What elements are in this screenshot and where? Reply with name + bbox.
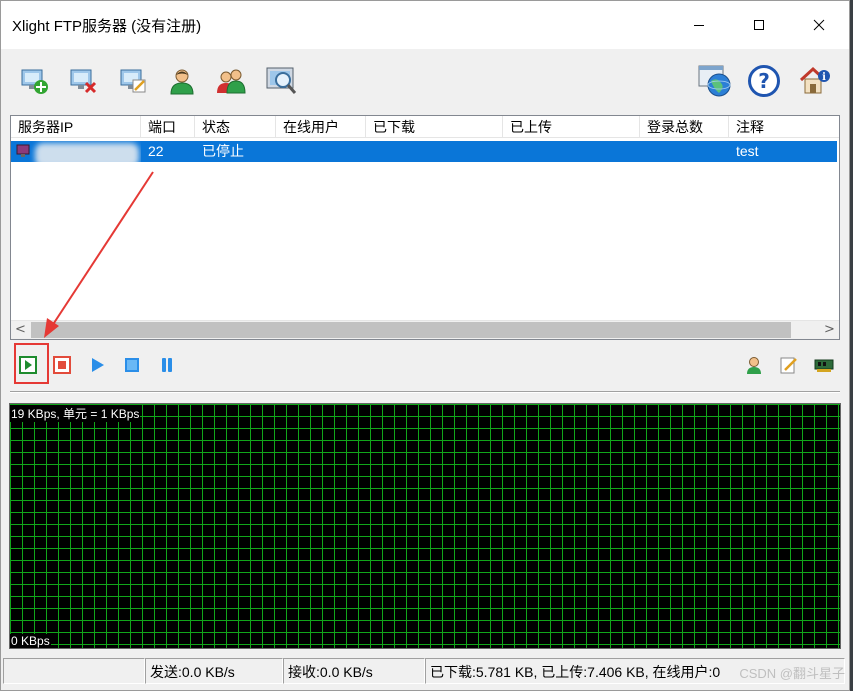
column-online-users[interactable]: 在线用户	[276, 116, 366, 138]
status-bar: 发送:0.0 KB/s 接收:0.0 KB/s 已下载:5.781 KB, 已上…	[1, 656, 849, 686]
users-button[interactable]	[213, 63, 249, 99]
status-empty	[3, 658, 145, 684]
edit-server-icon	[120, 69, 146, 93]
column-downloaded[interactable]: 已下载	[366, 116, 503, 138]
window-controls	[669, 1, 849, 49]
table-row[interactable]: 22 已停止 test	[11, 141, 837, 162]
graph-scale-label: 19 KBps, 单元 = 1 KBps	[10, 405, 141, 422]
redacted-ip	[35, 143, 139, 162]
add-server-button[interactable]	[16, 63, 52, 99]
cell-online-users	[276, 141, 366, 162]
scroll-left-icon[interactable]: <	[11, 321, 30, 339]
home-info-icon: i	[799, 66, 830, 94]
cell-login-count	[640, 141, 729, 162]
scroll-thumb[interactable]	[31, 322, 791, 338]
start-all-button[interactable]	[85, 353, 109, 377]
status-receive: 接收:0.0 KB/s	[283, 658, 425, 684]
web-globe-icon	[698, 65, 731, 97]
svg-text:i: i	[822, 72, 826, 83]
column-server-ip[interactable]: 服务器IP	[11, 116, 141, 138]
main-toolbar: ? i	[1, 51, 849, 111]
annotation-highlight-box	[14, 343, 49, 384]
server-users-button[interactable]	[742, 353, 766, 377]
edit-config-button[interactable]	[777, 353, 801, 377]
stop-square-icon	[125, 358, 139, 372]
cell-note: test	[736, 143, 759, 159]
users-icon	[217, 69, 246, 94]
close-button[interactable]	[789, 1, 849, 49]
maximize-button[interactable]	[729, 1, 789, 49]
xlight-window: Xlight FTP服务器 (没有注册) ? i 服务器IP 端口 状态 在线用…	[0, 0, 850, 691]
network-card-icon	[814, 359, 834, 372]
about-button[interactable]: i	[797, 63, 833, 99]
stop-all-button[interactable]	[120, 353, 144, 377]
help-icon: ?	[748, 65, 780, 97]
edit-icon	[780, 357, 797, 374]
column-uploaded[interactable]: 已上传	[503, 116, 640, 138]
column-status[interactable]: 状态	[195, 116, 276, 138]
web-button[interactable]	[697, 63, 733, 99]
pause-button[interactable]	[155, 353, 179, 377]
horizontal-scrollbar[interactable]: < >	[11, 320, 839, 339]
server-list: 服务器IP 端口 状态 在线用户 已下载 已上传 登录总数 注释 22 已停止	[10, 115, 840, 340]
column-port[interactable]: 端口	[141, 116, 195, 138]
list-header: 服务器IP 端口 状态 在线用户 已下载 已上传 登录总数 注释	[11, 116, 839, 138]
minimize-icon	[694, 25, 704, 26]
title-bar: Xlight FTP服务器 (没有注册)	[1, 1, 849, 49]
server-icon	[16, 144, 30, 157]
divider	[10, 391, 840, 393]
network-card-button[interactable]	[812, 353, 836, 377]
user-icon	[170, 69, 194, 95]
minimize-button[interactable]	[669, 1, 729, 49]
traffic-graph: 19 KBps, 单元 = 1 KBps 0 KBps	[9, 403, 841, 649]
window-title: Xlight FTP服务器 (没有注册)	[12, 17, 202, 35]
cell-status: 已停止	[202, 143, 244, 159]
stop-icon	[53, 356, 71, 374]
edit-server-button[interactable]	[115, 63, 151, 99]
close-icon	[813, 19, 825, 31]
user-button[interactable]	[164, 63, 200, 99]
scroll-right-icon[interactable]: >	[820, 321, 839, 339]
search-icon	[266, 67, 297, 94]
watermark: CSDN @翻斗星子	[739, 666, 845, 681]
cell-port: 22	[148, 143, 164, 159]
maximize-icon	[754, 20, 764, 30]
cell-server-ip	[11, 141, 141, 162]
pause-icon	[162, 358, 172, 372]
server-control-bar	[1, 344, 849, 388]
graph-zero-label: 0 KBps	[10, 634, 51, 648]
monitor-button[interactable]	[264, 63, 300, 99]
cell-downloaded	[366, 141, 503, 162]
delete-server-button[interactable]	[65, 63, 101, 99]
play-icon	[92, 358, 104, 372]
delete-server-icon	[70, 69, 97, 94]
cell-uploaded	[503, 141, 640, 162]
column-note[interactable]: 注释	[729, 116, 839, 138]
user-icon	[747, 357, 761, 374]
add-server-icon	[21, 69, 48, 94]
column-login-count[interactable]: 登录总数	[640, 116, 729, 138]
svg-text:?: ?	[758, 69, 770, 93]
stop-server-button[interactable]	[50, 353, 74, 377]
help-button[interactable]: ?	[746, 63, 782, 99]
status-send: 发送:0.0 KB/s	[145, 658, 283, 684]
